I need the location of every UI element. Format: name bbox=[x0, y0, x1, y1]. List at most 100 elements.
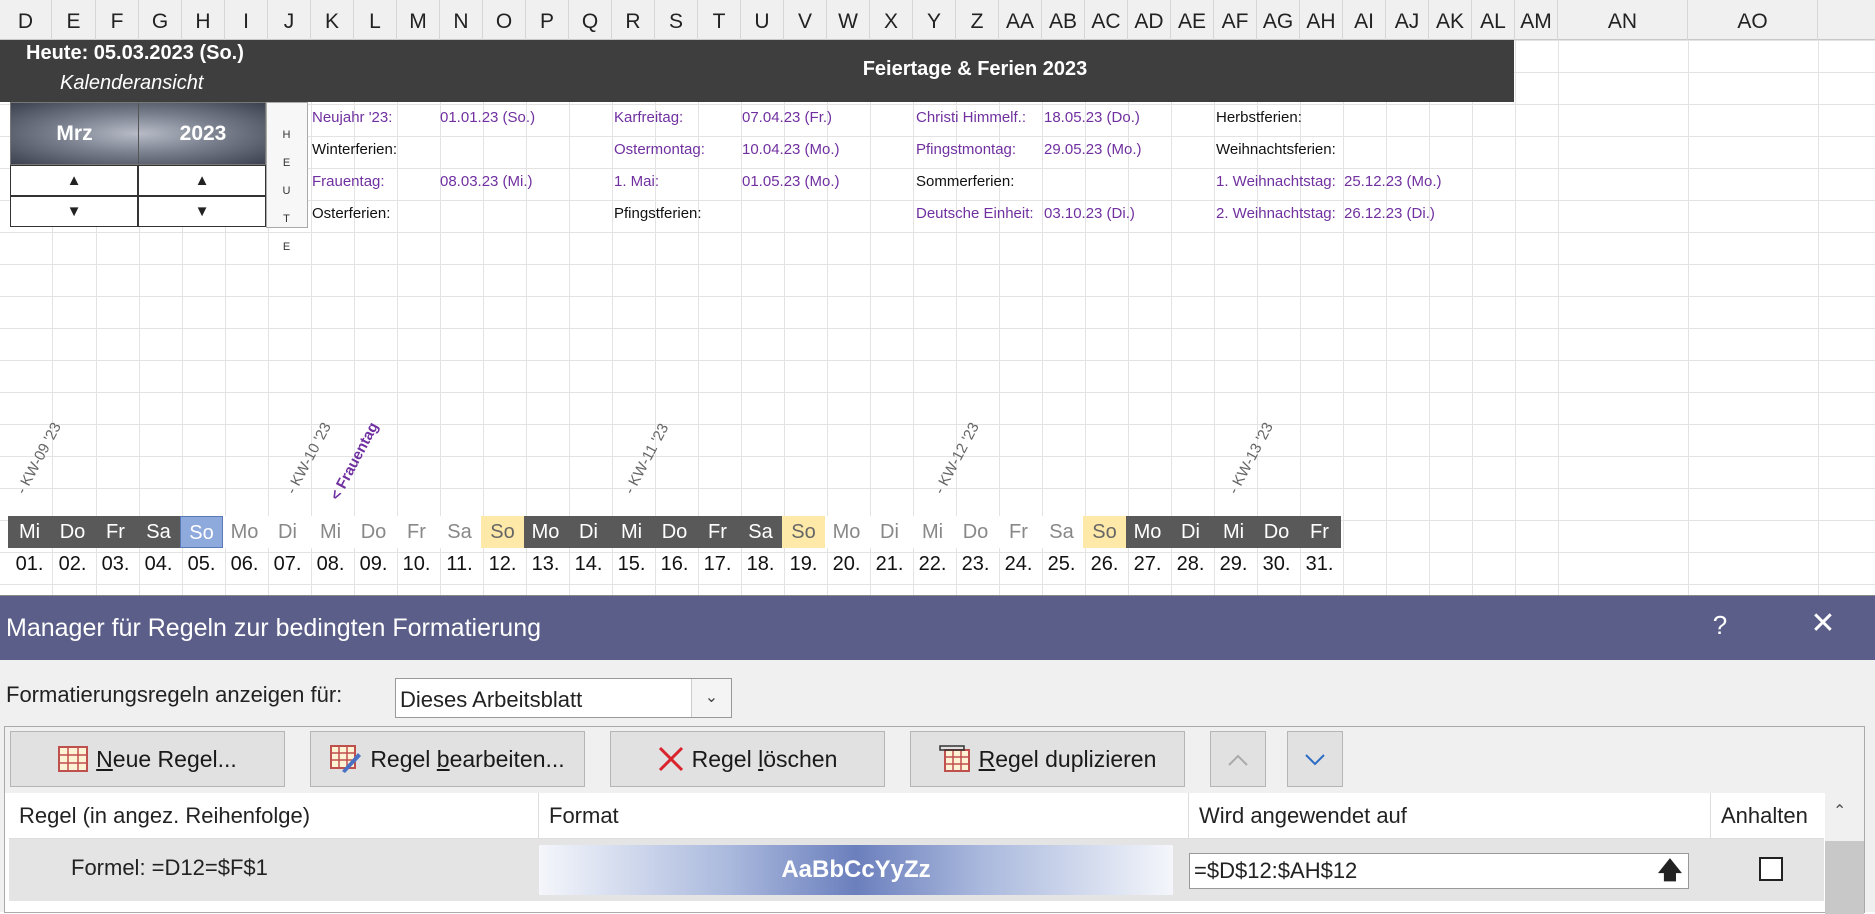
rule-row[interactable]: Formel: =D12=$F$1 AaBbCcYyZz =$D$12:$AH$… bbox=[9, 839, 1824, 901]
rules-scrollbar[interactable]: ⌃ bbox=[1825, 793, 1864, 914]
column-header-t[interactable]: T bbox=[698, 0, 741, 40]
column-header-ab[interactable]: AB bbox=[1042, 0, 1085, 40]
stop-column-header[interactable]: Anhalten bbox=[1711, 793, 1824, 839]
column-header-k[interactable]: K bbox=[311, 0, 354, 40]
column-header-l[interactable]: L bbox=[354, 0, 397, 40]
day-number-cell[interactable]: 18. bbox=[739, 548, 782, 581]
close-icon[interactable]: ✕ bbox=[1808, 606, 1838, 641]
column-header-o[interactable]: O bbox=[483, 0, 526, 40]
month-up-button[interactable]: ▲ bbox=[10, 165, 138, 196]
column-header-h[interactable]: H bbox=[182, 0, 225, 40]
year-down-button[interactable]: ▼ bbox=[138, 196, 266, 227]
scroll-up-icon[interactable]: ⌃ bbox=[1833, 801, 1846, 821]
day-number-cell[interactable]: 28. bbox=[1169, 548, 1212, 581]
month-down-button[interactable]: ▼ bbox=[10, 196, 138, 227]
column-header-v[interactable]: V bbox=[784, 0, 827, 40]
new-rule-button[interactable]: Neue Regel... bbox=[10, 731, 285, 787]
column-header-al[interactable]: AL bbox=[1472, 0, 1515, 40]
column-header-q[interactable]: Q bbox=[569, 0, 612, 40]
column-header-ag[interactable]: AG bbox=[1257, 0, 1300, 40]
move-up-button[interactable] bbox=[1210, 731, 1266, 787]
column-header-ae[interactable]: AE bbox=[1171, 0, 1214, 40]
column-header-g[interactable]: G bbox=[139, 0, 182, 40]
delete-rule-button[interactable]: Regel löschen bbox=[610, 731, 885, 787]
day-number-cell[interactable]: 03. bbox=[94, 548, 137, 581]
day-number-cell[interactable]: 27. bbox=[1126, 548, 1169, 581]
day-number-cell[interactable]: 19. bbox=[782, 548, 825, 581]
column-header-ad[interactable]: AD bbox=[1128, 0, 1171, 40]
day-number-cell[interactable]: 16. bbox=[653, 548, 696, 581]
day-number-cell[interactable]: 20. bbox=[825, 548, 868, 581]
day-number-cell[interactable]: 26. bbox=[1083, 548, 1126, 581]
day-number-cell[interactable]: 04. bbox=[137, 548, 180, 581]
move-down-button[interactable] bbox=[1287, 731, 1343, 787]
today-button[interactable]: H E U T E bbox=[266, 102, 308, 253]
chevron-down-icon[interactable]: ⌄ bbox=[691, 679, 731, 717]
column-header-s[interactable]: S bbox=[655, 0, 698, 40]
column-header-r[interactable]: R bbox=[612, 0, 655, 40]
day-number-cell[interactable]: 24. bbox=[997, 548, 1040, 581]
duplicate-rule-button[interactable]: Regel duplizieren bbox=[910, 731, 1185, 787]
column-header-i[interactable]: I bbox=[225, 0, 268, 40]
column-header-am[interactable]: AM bbox=[1515, 0, 1558, 40]
column-header-ao[interactable]: AO bbox=[1688, 0, 1818, 40]
rule-column-header[interactable]: Regel (in angez. Reihenfolge) bbox=[9, 793, 539, 839]
column-header-f[interactable]: F bbox=[96, 0, 139, 40]
collapse-dialog-icon[interactable]: 🡅 bbox=[1654, 855, 1686, 887]
column-header-u[interactable]: U bbox=[741, 0, 784, 40]
show-rules-select[interactable]: Dieses Arbeitsblatt ⌄ bbox=[395, 678, 732, 718]
column-header-ah[interactable]: AH bbox=[1300, 0, 1343, 40]
day-number-cell[interactable]: 21. bbox=[868, 548, 911, 581]
month-display[interactable]: Mrz bbox=[11, 103, 139, 164]
stop-if-true-checkbox[interactable] bbox=[1759, 857, 1783, 881]
column-header-y[interactable]: Y bbox=[913, 0, 956, 40]
day-number-cell[interactable]: 25. bbox=[1040, 548, 1083, 581]
format-column-header[interactable]: Format bbox=[539, 793, 1189, 839]
day-number-cell[interactable]: 13. bbox=[524, 548, 567, 581]
weekday-cell: Sa bbox=[438, 516, 481, 548]
column-header-d[interactable]: D bbox=[0, 0, 52, 40]
column-header-aa[interactable]: AA bbox=[999, 0, 1042, 40]
year-up-button[interactable]: ▲ bbox=[138, 165, 266, 196]
column-header-n[interactable]: N bbox=[440, 0, 483, 40]
column-header-ai[interactable]: AI bbox=[1343, 0, 1386, 40]
column-header-an[interactable]: AN bbox=[1558, 0, 1688, 40]
year-display[interactable]: 2023 bbox=[139, 103, 267, 164]
applies-to-field[interactable]: =$D$12:$AH$12 🡅 bbox=[1189, 853, 1689, 889]
day-number-cell[interactable]: 01. bbox=[8, 548, 51, 581]
day-number-cell[interactable]: 06. bbox=[223, 548, 266, 581]
day-number-cell[interactable]: 12. bbox=[481, 548, 524, 581]
day-number-cell[interactable]: 14. bbox=[567, 548, 610, 581]
column-header-x[interactable]: X bbox=[870, 0, 913, 40]
day-number-cell[interactable]: 02. bbox=[51, 548, 94, 581]
day-number-cell[interactable]: 11. bbox=[438, 548, 481, 581]
holiday-label: Pfingstmontag: bbox=[916, 141, 1017, 158]
day-number-cell[interactable]: 23. bbox=[954, 548, 997, 581]
day-number-cell[interactable]: 17. bbox=[696, 548, 739, 581]
column-header-ak[interactable]: AK bbox=[1429, 0, 1472, 40]
column-header-aj[interactable]: AJ bbox=[1386, 0, 1429, 40]
column-header-j[interactable]: J bbox=[268, 0, 311, 40]
column-header-ac[interactable]: AC bbox=[1085, 0, 1128, 40]
day-number-cell[interactable]: 31. bbox=[1298, 548, 1341, 581]
day-number-cell[interactable]: 22. bbox=[911, 548, 954, 581]
day-number-cell[interactable]: 08. bbox=[309, 548, 352, 581]
weekday-cell: Mo bbox=[524, 516, 567, 548]
applies-column-header[interactable]: Wird angewendet auf bbox=[1189, 793, 1711, 839]
day-number-cell[interactable]: 09. bbox=[352, 548, 395, 581]
column-header-z[interactable]: Z bbox=[956, 0, 999, 40]
column-header-w[interactable]: W bbox=[827, 0, 870, 40]
day-number-cell[interactable]: 29. bbox=[1212, 548, 1255, 581]
column-header-af[interactable]: AF bbox=[1214, 0, 1257, 40]
day-number-cell[interactable]: 30. bbox=[1255, 548, 1298, 581]
edit-rule-button[interactable]: Regel bearbeiten... bbox=[310, 731, 585, 787]
column-header-m[interactable]: M bbox=[397, 0, 440, 40]
day-number-cell[interactable]: 05. bbox=[180, 548, 223, 581]
day-number-cell[interactable]: 10. bbox=[395, 548, 438, 581]
day-number-cell[interactable]: 07. bbox=[266, 548, 309, 581]
day-number-cell[interactable]: 15. bbox=[610, 548, 653, 581]
column-header-p[interactable]: P bbox=[526, 0, 569, 40]
column-header-e[interactable]: E bbox=[52, 0, 96, 40]
help-icon[interactable]: ? bbox=[1705, 610, 1735, 641]
scroll-thumb[interactable] bbox=[1825, 841, 1864, 914]
